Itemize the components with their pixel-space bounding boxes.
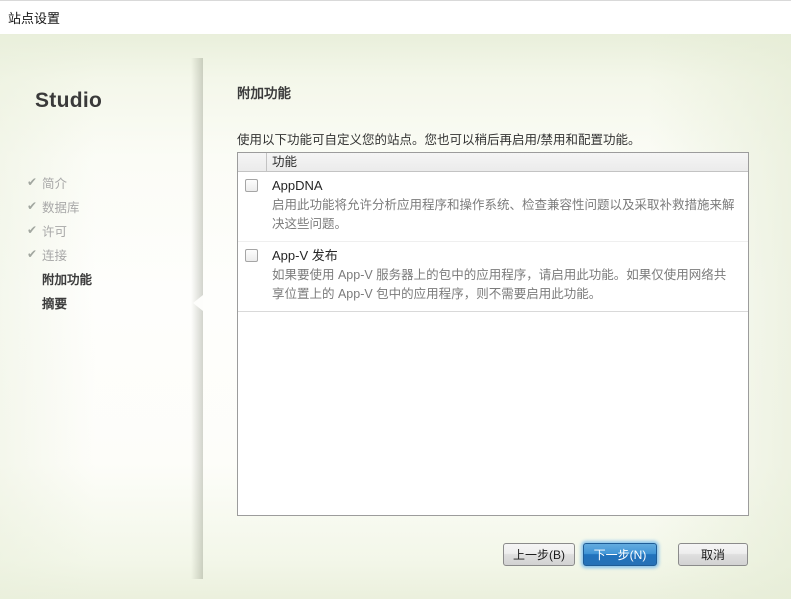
feature-row-text: AppDNA 启用此功能将允许分析应用程序和操作系统、检查兼容性问题以及采取补救… bbox=[272, 177, 736, 234]
check-icon: ✔ bbox=[27, 224, 42, 236]
check-icon: ✔ bbox=[27, 200, 42, 212]
feature-row-appv-publishing[interactable]: App-V 发布 如果要使用 App-V 服务器上的包中的应用程序，请启用此功能… bbox=[238, 241, 748, 311]
step-label: 摘要 bbox=[42, 293, 67, 312]
feature-description: 启用此功能将允许分析应用程序和操作系统、检查兼容性问题以及采取补救措施来解决这些… bbox=[272, 196, 736, 234]
table-header-row: 功能 bbox=[238, 153, 748, 172]
page-title: 附加功能 bbox=[237, 82, 791, 102]
next-button[interactable]: 下一步(N) bbox=[583, 543, 657, 566]
feature-column-header: 功能 bbox=[267, 153, 297, 171]
features-table: 功能 AppDNA 启用此功能将允许分析应用程序和操作系统、检查兼容性问题以及采… bbox=[237, 152, 749, 516]
sidebar-step-summary: 摘要 bbox=[27, 290, 203, 314]
sidebar-step-licensing: ✔ 许可 bbox=[27, 218, 203, 242]
feature-row-appdna[interactable]: AppDNA 启用此功能将允许分析应用程序和操作系统、检查兼容性问题以及采取补救… bbox=[238, 172, 748, 241]
window-title: 站点设置 bbox=[8, 8, 60, 27]
step-label: 附加功能 bbox=[42, 269, 92, 288]
sidebar-edge-shadow bbox=[191, 58, 203, 579]
wizard-sidebar: Studio ✔ 简介 ✔ 数据库 ✔ 许可 ✔ 连接 bbox=[0, 34, 203, 599]
wizard-step-list: ✔ 简介 ✔ 数据库 ✔ 许可 ✔ 连接 附加功能 bbox=[0, 170, 203, 314]
check-icon: ✔ bbox=[27, 248, 42, 260]
appv-checkbox[interactable] bbox=[245, 249, 258, 262]
title-bar: 站点设置 bbox=[0, 1, 791, 34]
studio-logo: Studio bbox=[35, 89, 203, 113]
step-label: 数据库 bbox=[42, 197, 80, 216]
appdna-checkbox[interactable] bbox=[245, 179, 258, 192]
step-label: 简介 bbox=[42, 173, 67, 192]
sidebar-step-connection: ✔ 连接 bbox=[27, 242, 203, 266]
sidebar-step-additional-features: 附加功能 bbox=[27, 266, 203, 290]
back-button[interactable]: 上一步(B) bbox=[503, 543, 575, 566]
row-divider bbox=[238, 311, 748, 312]
step-label: 连接 bbox=[42, 245, 67, 264]
site-setup-dialog: 站点设置 Studio ✔ 简介 ✔ 数据库 ✔ 许可 ✔ 连 bbox=[0, 0, 791, 599]
sidebar-step-introduction: ✔ 简介 bbox=[27, 170, 203, 194]
wizard-content: 附加功能 使用以下功能可自定义您的站点。您也可以稍后再启用/禁用和配置功能。 功… bbox=[203, 34, 791, 599]
step-label: 许可 bbox=[42, 221, 67, 240]
feature-description: 如果要使用 App-V 服务器上的包中的应用程序，请启用此功能。如果仅使用网络共… bbox=[272, 266, 736, 304]
current-step-pointer-arrow bbox=[193, 295, 203, 311]
feature-row-text: App-V 发布 如果要使用 App-V 服务器上的包中的应用程序，请启用此功能… bbox=[272, 247, 736, 304]
page-description: 使用以下功能可自定义您的站点。您也可以稍后再启用/禁用和配置功能。 bbox=[237, 129, 791, 148]
cancel-button[interactable]: 取消 bbox=[678, 543, 748, 566]
wizard-footer: 上一步(B) 下一步(N) 取消 bbox=[503, 543, 748, 566]
sidebar-step-database: ✔ 数据库 bbox=[27, 194, 203, 218]
feature-name: AppDNA bbox=[272, 177, 736, 194]
wizard-body: Studio ✔ 简介 ✔ 数据库 ✔ 许可 ✔ 连接 bbox=[0, 34, 791, 599]
check-icon: ✔ bbox=[27, 176, 42, 188]
feature-name: App-V 发布 bbox=[272, 247, 736, 264]
checkbox-column-header bbox=[238, 153, 267, 171]
